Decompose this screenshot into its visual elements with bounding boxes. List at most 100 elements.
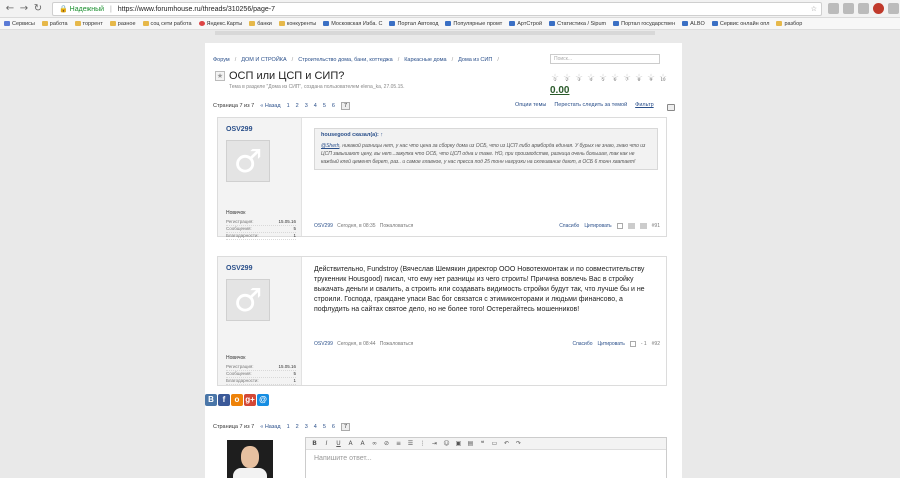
page-link[interactable]: 2 bbox=[296, 103, 299, 109]
bookmark-item[interactable]: Портал государствен bbox=[613, 21, 675, 27]
profile-icon[interactable] bbox=[873, 3, 884, 14]
numbered-list-icon[interactable]: ⋮ bbox=[419, 440, 426, 447]
google-plus-share-icon[interactable]: g+ bbox=[244, 394, 256, 406]
media-icon[interactable]: ▤ bbox=[467, 440, 474, 447]
thread-options-link[interactable]: Опции темы bbox=[515, 102, 546, 108]
post-author[interactable]: OSV299 bbox=[226, 126, 252, 133]
bookmark-item[interactable]: Популярные промт bbox=[445, 21, 502, 27]
save-draft-icon[interactable]: ▭ bbox=[491, 440, 498, 447]
bookmark-item[interactable]: Сервисы bbox=[4, 21, 35, 27]
cast-icon[interactable] bbox=[843, 3, 854, 14]
footer-author-link[interactable]: OSV299 bbox=[314, 223, 333, 229]
star-icon[interactable]: ☆ 10 bbox=[658, 73, 668, 83]
print-icon[interactable] bbox=[667, 104, 675, 111]
thread-watch-icon[interactable]: ★ bbox=[215, 71, 225, 81]
facebook-share-icon[interactable]: f bbox=[218, 394, 230, 406]
undo-icon[interactable]: ↶ bbox=[503, 440, 510, 447]
quote-author[interactable]: housegood сказал(а): ↑ bbox=[321, 132, 651, 138]
star-icon[interactable]: ☆ 5 bbox=[598, 73, 608, 83]
bookmark-star-icon[interactable]: ☆ bbox=[811, 3, 817, 15]
font-size-icon[interactable]: A bbox=[359, 440, 366, 447]
back-arrow-icon[interactable]: ← bbox=[4, 3, 16, 15]
current-page[interactable]: 7 bbox=[340, 102, 351, 110]
bold-icon[interactable]: B bbox=[311, 440, 318, 447]
page-link[interactable]: 1 bbox=[287, 424, 290, 430]
page-link[interactable]: 3 bbox=[305, 103, 308, 109]
breadcrumb-item[interactable]: Каркасные дома bbox=[404, 57, 446, 63]
page-link[interactable]: 1 bbox=[287, 103, 290, 109]
list-icon[interactable]: ☰ bbox=[407, 440, 414, 447]
breadcrumb-item[interactable]: ДОМ И СТРОЙКА bbox=[241, 57, 286, 63]
select-checkbox[interactable] bbox=[629, 341, 636, 347]
extension-icon[interactable] bbox=[828, 3, 839, 14]
star-icon[interactable]: ☆ 1 bbox=[550, 73, 560, 83]
rate-down-icon[interactable] bbox=[639, 223, 647, 229]
bookmark-item[interactable]: ALBO bbox=[682, 21, 705, 27]
redo-icon[interactable]: ↷ bbox=[515, 440, 522, 447]
reply-avatar[interactable] bbox=[227, 440, 273, 478]
align-icon[interactable]: ≡ bbox=[395, 440, 402, 447]
link-icon[interactable]: ∞ bbox=[371, 440, 378, 447]
quote-button[interactable]: Цитировать bbox=[598, 341, 625, 347]
address-bar[interactable]: 🔒 Надежный | https://www.forumhouse.ru/t… bbox=[52, 2, 822, 16]
page-link[interactable]: 4 bbox=[314, 103, 317, 109]
bookmark-item[interactable]: разное bbox=[109, 21, 136, 27]
thanks-button[interactable]: Спасибо bbox=[572, 341, 592, 347]
bookmark-item[interactable]: Портал Автоход bbox=[389, 21, 438, 27]
bookmark-item[interactable]: Московская Изба. С bbox=[323, 21, 382, 27]
bookmark-item[interactable]: АртСтрой bbox=[509, 21, 542, 27]
avatar[interactable]: ♂ bbox=[226, 140, 270, 182]
unwatch-thread-link[interactable]: Перестать следить за темой bbox=[554, 102, 627, 108]
breadcrumb-item[interactable]: Форум bbox=[213, 57, 230, 63]
select-checkbox[interactable] bbox=[616, 223, 623, 229]
underline-icon[interactable]: U bbox=[335, 440, 342, 447]
star-icon[interactable]: ☆ 8 bbox=[634, 73, 644, 83]
rating-value[interactable]: 0.00 bbox=[550, 85, 569, 96]
italic-icon[interactable]: I bbox=[323, 440, 330, 447]
bookmark-item[interactable]: конкуренты bbox=[278, 21, 316, 27]
image-icon[interactable]: ▣ bbox=[455, 440, 462, 447]
bookmark-item[interactable]: разбор bbox=[776, 21, 802, 27]
thanks-button[interactable]: Спасибо bbox=[559, 223, 579, 229]
reply-editor[interactable]: B I U A A ∞ ⊘ ≡ ☰ ⋮ ⇥ ☺ ▣ ▤ ❝ ▭ ↶ ↷ Напи… bbox=[305, 437, 667, 478]
page-link[interactable]: 5 bbox=[323, 424, 326, 430]
bookmark-item[interactable]: работа bbox=[41, 21, 68, 27]
star-icon[interactable]: ☆ 6 bbox=[610, 73, 620, 83]
post-time[interactable]: Сегодня, в 08:44 bbox=[337, 341, 376, 347]
post-number[interactable]: #92 bbox=[652, 341, 660, 347]
breadcrumb-item[interactable]: Строительство дома, бани, коттеджа bbox=[298, 57, 393, 63]
bookmark-item[interactable]: торрент bbox=[74, 21, 103, 27]
reload-icon[interactable]: ↻ bbox=[32, 3, 44, 15]
page-link[interactable]: 2 bbox=[296, 424, 299, 430]
report-link[interactable]: Пожаловаться bbox=[380, 341, 414, 347]
page-link[interactable]: 4 bbox=[314, 424, 317, 430]
star-icon[interactable]: ☆ 3 bbox=[574, 73, 584, 83]
bookmark-item[interactable]: Сервис онлайн опл bbox=[711, 21, 769, 27]
menu-icon[interactable] bbox=[888, 3, 899, 14]
mention-link[interactable]: @Sherh bbox=[321, 143, 339, 149]
post-time[interactable]: Сегодня, в 08:35 bbox=[337, 223, 376, 229]
star-icon[interactable]: ☆ 2 bbox=[562, 73, 572, 83]
smile-icon[interactable]: ☺ bbox=[443, 440, 450, 447]
bookmark-item[interactable]: Статистика / Sipum bbox=[549, 21, 606, 27]
bookmark-item[interactable]: банки bbox=[249, 21, 272, 27]
indent-icon[interactable]: ⇥ bbox=[431, 440, 438, 447]
breadcrumb-item[interactable]: Дома из СИП bbox=[458, 57, 492, 63]
bookmark-item[interactable]: Яндекс.Карты bbox=[198, 21, 242, 27]
post-number[interactable]: #91 bbox=[652, 223, 660, 229]
star-icon[interactable]: ☆ 4 bbox=[586, 73, 596, 83]
vk-share-icon[interactable]: В bbox=[205, 394, 217, 406]
star-icon[interactable]: ☆ 7 bbox=[622, 73, 632, 83]
mail-share-icon[interactable]: @ bbox=[257, 394, 269, 406]
odnoklassniki-share-icon[interactable]: о bbox=[231, 394, 243, 406]
current-page[interactable]: 7 bbox=[340, 423, 351, 431]
quote-button[interactable]: Цитировать bbox=[584, 223, 611, 229]
page-link[interactable]: 3 bbox=[305, 424, 308, 430]
font-color-icon[interactable]: A bbox=[347, 440, 354, 447]
quote-icon[interactable]: ❝ bbox=[479, 440, 486, 447]
extension-icon[interactable] bbox=[858, 3, 869, 14]
page-link[interactable]: 6 bbox=[332, 103, 335, 109]
rate-up-icon[interactable] bbox=[627, 223, 635, 229]
avatar[interactable]: ♂ bbox=[226, 279, 270, 321]
prev-page-link[interactable]: « Назад bbox=[260, 424, 280, 430]
